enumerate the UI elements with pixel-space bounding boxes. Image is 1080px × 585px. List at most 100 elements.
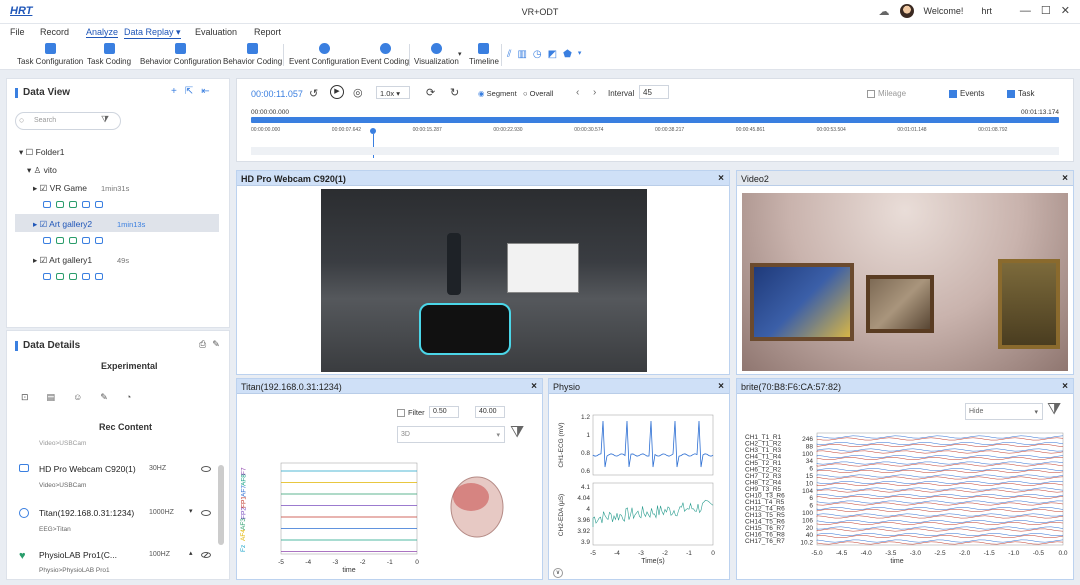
eye-icon[interactable] (201, 466, 211, 472)
task-configuration-button[interactable]: Task Configuration (17, 43, 83, 66)
stop-icon[interactable]: ◎ (353, 86, 363, 99)
events-checkbox[interactable]: Events (949, 89, 984, 98)
cloud-icon[interactable]: ☁ (879, 5, 890, 18)
speed-select[interactable]: 1.0x ▾ (376, 86, 410, 99)
physio-x-tick: -4 (614, 550, 620, 557)
more-dropdown-icon[interactable]: ▾ (578, 49, 582, 60)
chart-tools: ⫽ ▥ ◷ ◩ ⬟ ▾ (507, 49, 581, 60)
menu-report[interactable]: Report (254, 27, 281, 37)
mileage-checkbox[interactable]: Mileage (867, 89, 906, 98)
visualization-button[interactable]: Visualization (414, 43, 459, 66)
hide-select[interactable]: Hide ▾ (965, 403, 1043, 420)
eeg-x-tick: -5 (278, 559, 284, 566)
expand-icon[interactable]: ∨ (553, 568, 563, 578)
fnirs-y-tick: 100 (802, 451, 813, 458)
menu-data-replay[interactable]: Data Replay ▾ (124, 27, 181, 39)
print-icon[interactable]: ⎙ (199, 339, 206, 350)
filter-icon[interactable]: ⧩ (101, 114, 109, 125)
add-icon[interactable]: + (171, 86, 177, 97)
eeg-x-label: time (342, 567, 355, 574)
area-chart-icon[interactable]: ◩ (548, 49, 557, 60)
maximize-button[interactable]: ☐ (1041, 4, 1051, 18)
rewind-icon[interactable]: ↺ (309, 87, 318, 100)
doc-icon[interactable]: ▤ (47, 392, 56, 403)
menu-analyze[interactable]: Analyze (86, 27, 119, 38)
edit-icon[interactable]: ✎ (212, 339, 220, 350)
tree-session-art-gallery2[interactable]: ▸ ☑ Art gallery2 (33, 219, 92, 230)
eeg-channel-label: Fz (240, 545, 247, 552)
next-icon[interactable]: › (593, 87, 596, 98)
event-configuration-button[interactable]: Event Configuration (289, 43, 359, 66)
fnirs-y-tick: 34 (806, 458, 814, 465)
eda-y-tick: 4 (586, 506, 590, 513)
smile-icon[interactable]: ☺ (73, 392, 82, 403)
scrollbar[interactable] (218, 465, 224, 545)
play-button[interactable]: ▶ (330, 85, 344, 99)
visualization-dropdown[interactable]: ▾ (458, 50, 462, 58)
titan-panel-header: Titan(192.168.0.31:1234) × (237, 379, 542, 394)
timeline-button[interactable]: Timeline (469, 43, 499, 66)
interval-input[interactable]: 45 (639, 85, 669, 99)
info-icon[interactable]: ⊡ (21, 392, 29, 403)
ecg-y-tick: 1 (586, 432, 590, 439)
data-details-panel: Data Details ⎙ ✎ Experimental ⊡ ▤ ☺ ✎ ◔ … (6, 330, 230, 580)
close-icon[interactable]: × (1062, 173, 1068, 184)
line-chart-icon[interactable]: ⫽ (507, 49, 511, 60)
segment-radio[interactable]: ◉ Segment (478, 89, 517, 98)
funnel-icon[interactable]: ⧩ (510, 424, 524, 442)
filter-low-input[interactable]: 0.50 (429, 406, 459, 418)
timeline-tick-label: 00:00:22.930 (493, 127, 523, 133)
close-icon[interactable]: × (718, 381, 724, 392)
pie-icon[interactable]: ◔ (126, 392, 131, 403)
radar-chart-icon[interactable]: ⬟ (563, 49, 572, 60)
prev-icon[interactable]: ‹ (576, 87, 579, 98)
avatar[interactable] (899, 4, 914, 18)
tree-user[interactable]: ▾ ♙ vito (27, 165, 57, 176)
overall-radio[interactable]: ○ Overall (523, 89, 553, 98)
event-coding-button[interactable]: Event Coding (361, 43, 409, 66)
session-duration: 1min13s (117, 220, 146, 229)
timeline-tick-label: 00:01:08.792 (978, 127, 1008, 133)
video2-panel-title: Video2 (741, 174, 769, 184)
menu-file[interactable]: File (10, 27, 25, 37)
device-sub-cut: Video>USBCam (39, 440, 87, 447)
menu-evaluation[interactable]: Evaluation (195, 27, 237, 37)
eye-icon[interactable] (201, 510, 211, 516)
bar-chart-icon[interactable]: ▥ (517, 49, 526, 60)
tree-session-vr-game[interactable]: ▸ ☑ VR Game (33, 183, 87, 194)
view-mode-select[interactable]: 3D ▾ (397, 426, 505, 443)
vr-gallery-video[interactable] (742, 193, 1068, 371)
physio-plot: 1.2 1 0.8 0.6 CH1-ECG (mV) 4.1 4.04 4 3.96 3.92 3.… (558, 414, 715, 565)
filter-checkbox[interactable]: Filter (397, 408, 425, 418)
redo-icon[interactable]: ↻ (450, 86, 459, 99)
filter-high-input[interactable]: 40.00 (475, 406, 505, 418)
task-checkbox[interactable]: Task (1007, 89, 1034, 98)
task-coding-button[interactable]: Task Coding (87, 43, 131, 66)
tree-folder[interactable]: ▾ ☐ Folder1 (19, 147, 64, 158)
loop-icon[interactable]: ⟳ (426, 86, 435, 99)
collapse-icon[interactable]: ⇤ (201, 86, 209, 97)
notes-icon[interactable]: ✎ (100, 392, 108, 403)
funnel-icon[interactable]: ⧩ (1047, 401, 1061, 419)
physio-x-tick: -2 (662, 550, 668, 557)
eye-off-icon[interactable] (201, 552, 211, 558)
minimize-button[interactable]: — (1020, 4, 1031, 18)
eeg-x-tick: 0 (415, 559, 419, 566)
close-icon[interactable]: × (1062, 381, 1068, 392)
webcam-panel: HD Pro Webcam C920(1) × (236, 170, 730, 375)
webcam-video[interactable] (321, 189, 647, 372)
dropdown-icon[interactable]: ▴ (189, 549, 193, 557)
export-icon[interactable]: ⇱ (185, 86, 193, 97)
behavior-configuration-button[interactable]: Behavior Configuration (140, 43, 221, 66)
fnirs-y-tick: 104 (802, 488, 813, 495)
dropdown-icon[interactable]: ▾ (189, 507, 193, 515)
fnirs-y-tick: 15 (806, 473, 814, 480)
tree-session-art-gallery1[interactable]: ▸ ☑ Art gallery1 (33, 255, 92, 266)
behavior-coding-button[interactable]: Behavior Coding (223, 43, 282, 66)
close-icon[interactable]: × (531, 381, 537, 392)
clock-icon[interactable]: ◷ (533, 49, 542, 60)
interval-label: Interval (608, 89, 635, 98)
close-icon[interactable]: × (718, 173, 724, 184)
menu-record[interactable]: Record (40, 27, 69, 37)
close-button[interactable]: ✕ (1061, 4, 1070, 18)
